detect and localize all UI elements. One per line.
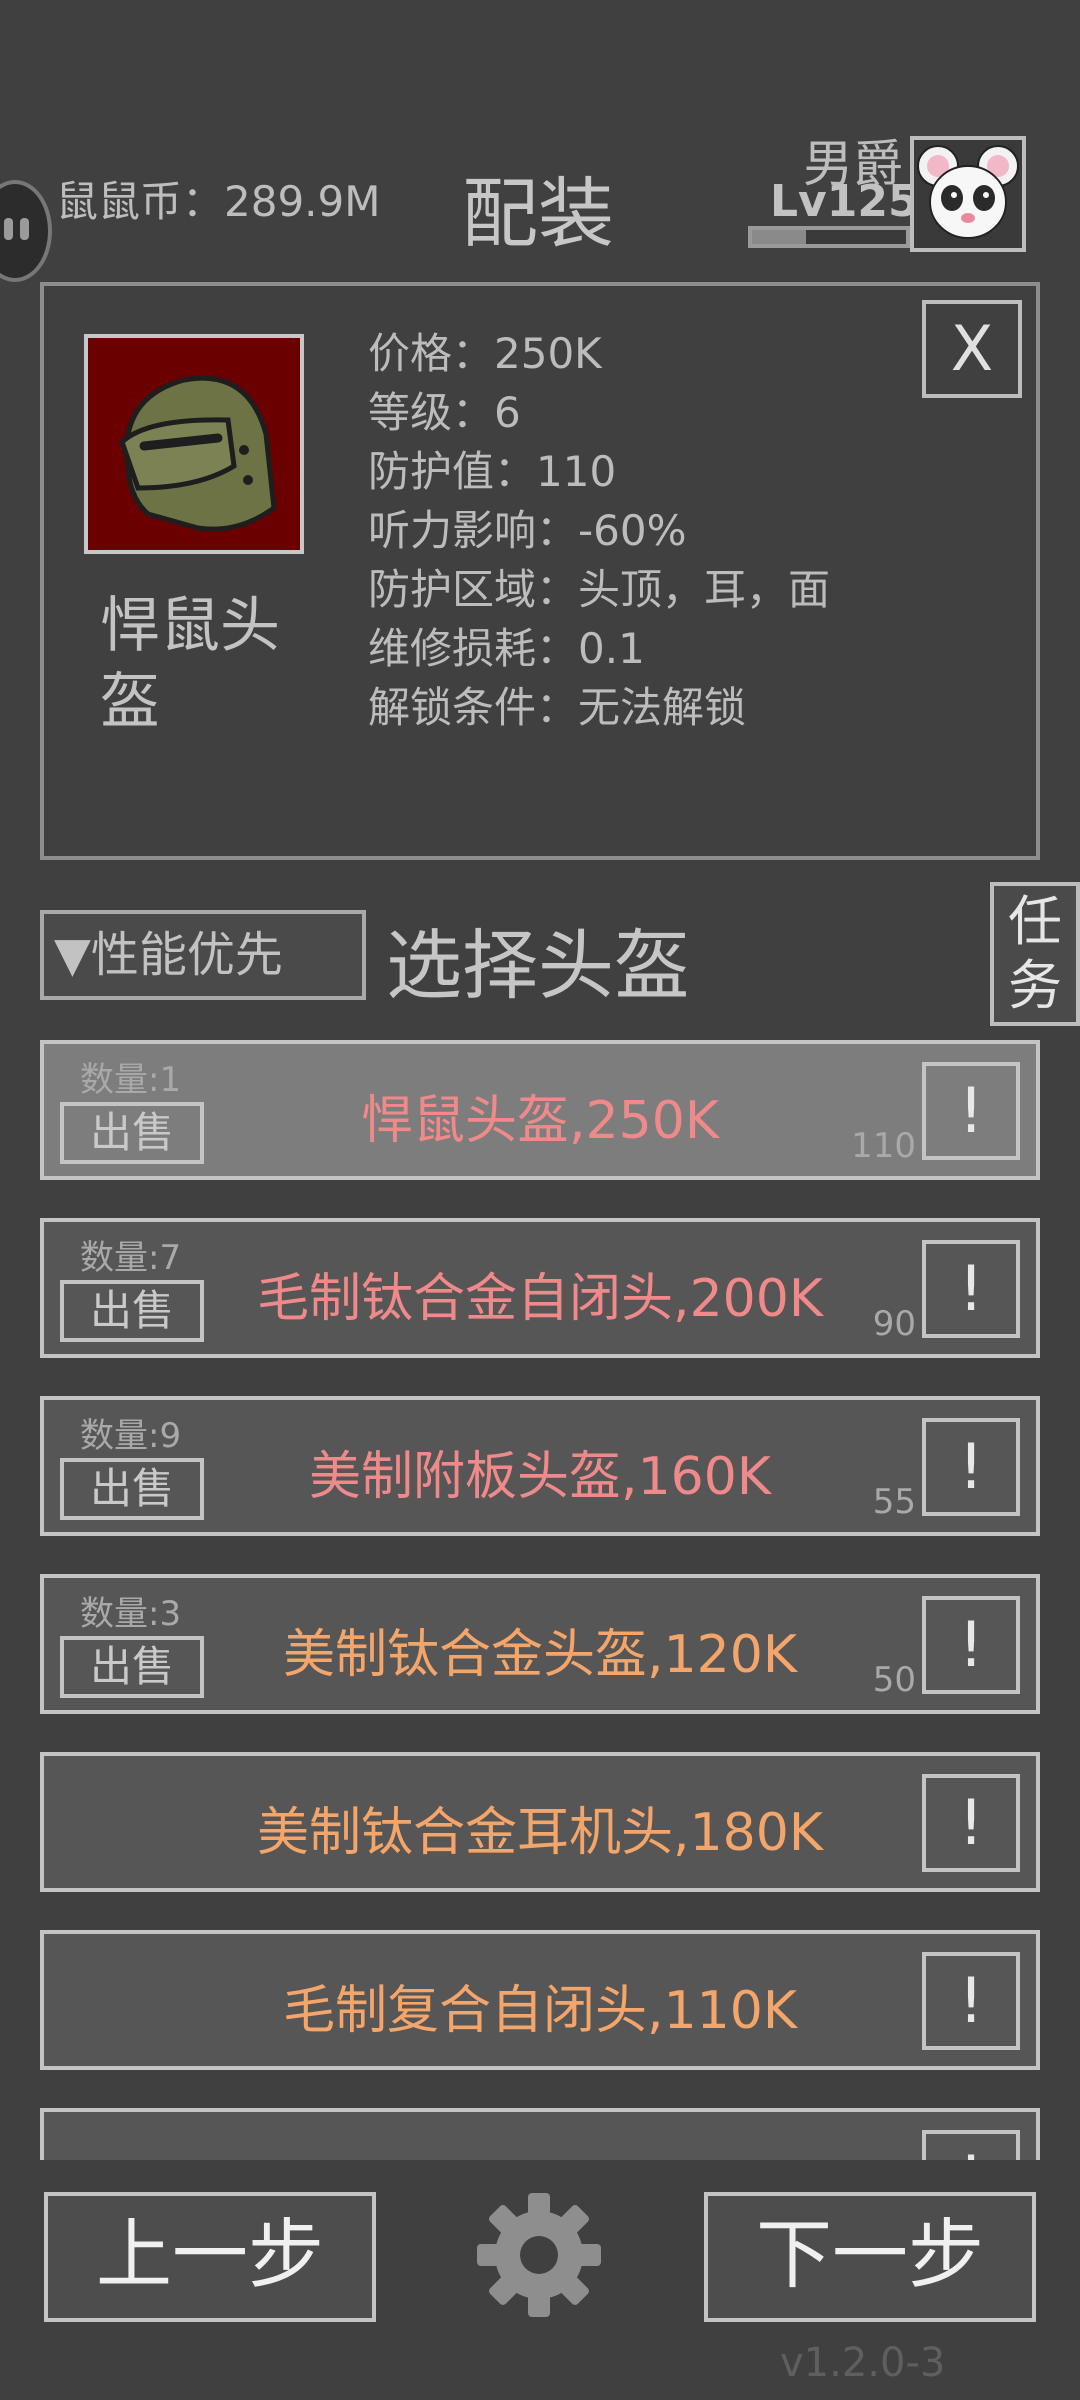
eye-icon — [4, 218, 13, 240]
xp-progress-fill — [752, 230, 806, 244]
stat-repair-loss: 维修损耗：0.1 — [368, 624, 645, 673]
list-item[interactable]: ! — [40, 2108, 1040, 2160]
list-item[interactable]: 数量:9 出售 美制附板头盔,160K 55! — [40, 1396, 1040, 1536]
info-button[interactable]: ! — [922, 1596, 1020, 1694]
section-title: 选择头盔 — [386, 921, 690, 1010]
item-name-price: 毛制复合自闭头,110K — [283, 1981, 797, 2041]
info-button[interactable]: ! — [922, 1418, 1020, 1516]
list-item[interactable]: 美制钛合金耳机头,180K! — [40, 1752, 1040, 1892]
list-item[interactable]: 毛制复合自闭头,110K! — [40, 1930, 1040, 2070]
item-defense-value: 90 — [872, 1304, 916, 1344]
task-label: 任务 — [1008, 890, 1062, 1017]
helmet-icon — [88, 338, 300, 550]
task-button[interactable]: 任务 — [990, 882, 1080, 1026]
info-button[interactable]: ! — [922, 1062, 1020, 1160]
stat-protection-area: 防护区域：头顶，耳，面 — [368, 565, 831, 614]
info-button[interactable]: ! — [922, 1240, 1020, 1338]
list-item[interactable]: 数量:1 出售 悍鼠头盔,250K 110! — [40, 1040, 1040, 1180]
info-button[interactable]: ! — [922, 1952, 1020, 2050]
item-stats: 价格：250K 等级：6 防护值：110 听力影响：-60% 防护区域：头顶，耳… — [368, 324, 830, 737]
item-defense-value: 50 — [872, 1660, 916, 1700]
page-title: 配装 — [462, 169, 614, 258]
info-button[interactable]: ! — [922, 1774, 1020, 1872]
item-name: 悍鼠头盔 — [100, 591, 280, 737]
helmet-list[interactable]: 数量:1 出售 悍鼠头盔,250K 110! 数量:7 出售 毛制钛合金自闭头,200K 90… — [0, 1040, 1080, 2160]
helmet-image — [84, 334, 304, 554]
list-item[interactable]: 数量:3 出售 美制钛合金头盔,120K 50! — [40, 1574, 1040, 1714]
avatar[interactable] — [910, 136, 1026, 252]
info-button[interactable]: ! — [922, 2130, 1020, 2160]
eye-icon — [20, 218, 29, 240]
stat-price: 价格：250K — [368, 329, 602, 378]
stat-defense: 防护值：110 — [368, 447, 617, 496]
next-step-button[interactable]: 下一步 — [704, 2192, 1036, 2322]
list-item[interactable]: 数量:7 出售 毛制钛合金自闭头,200K 90! — [40, 1218, 1040, 1358]
stat-level: 等级：6 — [368, 388, 521, 437]
gear-icon[interactable] — [474, 2190, 604, 2320]
mouse-avatar-icon — [914, 140, 1022, 248]
version-label: v1.2.0-3 — [780, 2340, 946, 2386]
stat-hearing: 听力影响：-60% — [368, 506, 687, 555]
side-drawer-tab[interactable] — [0, 180, 52, 282]
prev-step-button[interactable]: 上一步 — [44, 2192, 376, 2322]
coin-balance: 鼠鼠币：289.9M — [56, 177, 381, 226]
item-defense-value: 55 — [872, 1482, 916, 1522]
item-name-price: 美制钛合金耳机头,180K — [257, 1803, 823, 1863]
stat-unlock-condition: 解锁条件：无法解锁 — [368, 683, 747, 732]
close-button[interactable]: X — [922, 300, 1022, 398]
xp-progress-bar — [748, 226, 910, 248]
sort-dropdown[interactable]: ▼性能优先 — [40, 910, 366, 1000]
player-level: Lv125 — [770, 176, 919, 227]
item-defense-value: 110 — [851, 1126, 916, 1166]
